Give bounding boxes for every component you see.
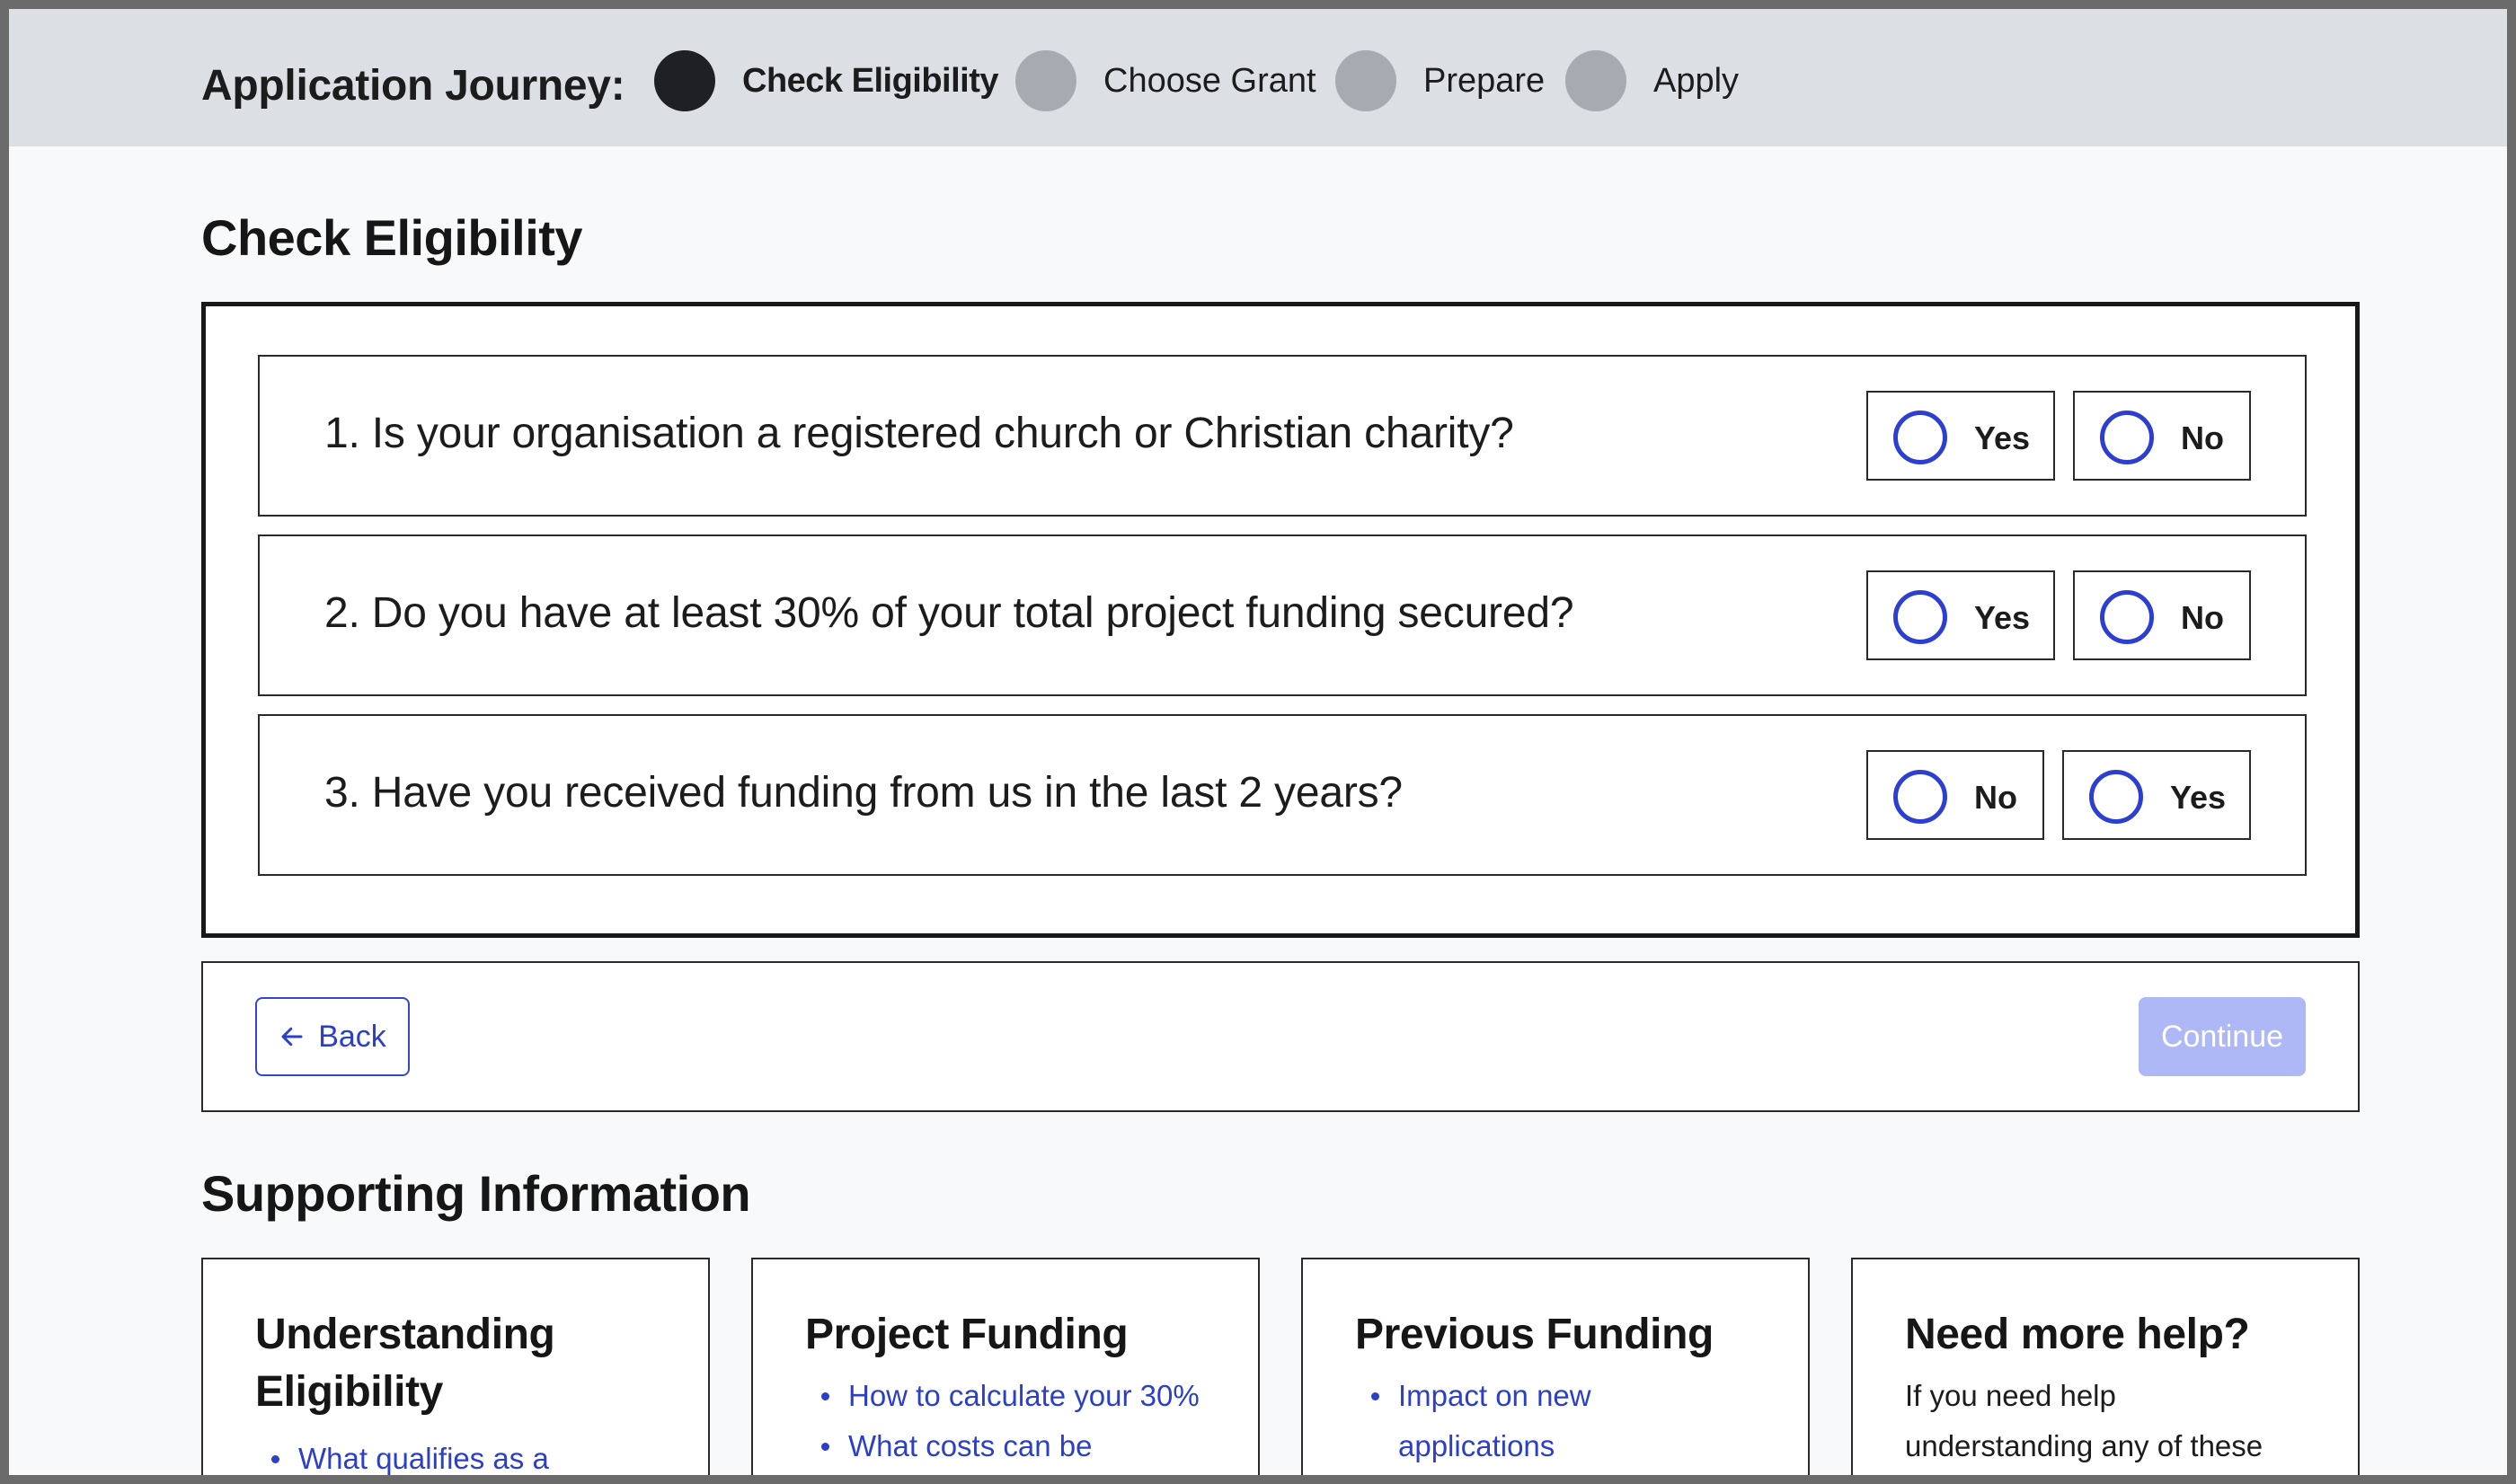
question-text: 3. Have you received funding from us in … bbox=[324, 769, 1403, 817]
eligibility-questions-panel: 1. Is your organisation a registered chu… bbox=[201, 302, 2360, 938]
option-label: No bbox=[2181, 599, 2224, 636]
question-row: 3. Have you received funding from us in … bbox=[258, 714, 2307, 876]
card-link[interactable]: Impact on new applications bbox=[1355, 1371, 1625, 1471]
card-title: Understanding Eligibility bbox=[255, 1311, 555, 1416]
back-button[interactable]: Back bbox=[255, 997, 410, 1076]
step-label: Choose Grant bbox=[1103, 61, 1316, 100]
journey-step-prepare: Prepare bbox=[1335, 49, 1545, 112]
option-label: No bbox=[2181, 420, 2224, 456]
card-need-more-help: Need more help? If you need help underst… bbox=[1851, 1258, 2360, 1475]
radio-unchecked-icon[interactable] bbox=[1893, 770, 1947, 824]
card-link[interactable]: How to calculate your 30% bbox=[805, 1371, 1200, 1421]
radio-unchecked-icon[interactable] bbox=[2100, 590, 2154, 644]
supporting-info-heading: Supporting Information bbox=[201, 1165, 751, 1222]
card-project-funding: Project Funding How to calculate your 30… bbox=[751, 1258, 1260, 1475]
card-text: If you need help understanding any of th… bbox=[1905, 1379, 2264, 1462]
journey-step-check-eligibility: Check Eligibility bbox=[654, 49, 999, 112]
option-label: Yes bbox=[2170, 779, 2227, 816]
radio-unchecked-icon[interactable] bbox=[1893, 590, 1947, 644]
card-title: Need more help? bbox=[1905, 1311, 2250, 1358]
option-label: Yes bbox=[1974, 599, 2031, 636]
radio-unchecked-icon[interactable] bbox=[2100, 411, 2154, 464]
radio-unchecked-icon[interactable] bbox=[1893, 411, 1947, 464]
option-label: Yes bbox=[1974, 420, 2031, 456]
card-link[interactable]: What qualifies as a bbox=[255, 1434, 549, 1475]
step-circle-icon bbox=[654, 50, 715, 111]
card-title: Previous Funding bbox=[1355, 1311, 1714, 1358]
card-links: What qualifies as a bbox=[255, 1434, 549, 1475]
card-links: How to calculate your 30% What costs can… bbox=[805, 1371, 1200, 1471]
question-text: 2. Do you have at least 30% of your tota… bbox=[324, 589, 1574, 637]
option-yes[interactable]: Yes bbox=[2062, 750, 2251, 840]
card-link[interactable]: What costs can be bbox=[805, 1421, 1200, 1471]
question-text: 1. Is your organisation a registered chu… bbox=[324, 410, 1514, 457]
card-previous-funding: Previous Funding Impact on new applicati… bbox=[1301, 1258, 1810, 1475]
continue-button-label: Continue bbox=[2160, 1019, 2284, 1054]
step-circle-icon bbox=[1335, 50, 1396, 111]
option-no[interactable]: No bbox=[2073, 391, 2251, 481]
option-yes[interactable]: Yes bbox=[1866, 570, 2055, 660]
option-yes[interactable]: Yes bbox=[1866, 391, 2055, 481]
page-title: Check Eligibility bbox=[201, 209, 583, 266]
question-row: 1. Is your organisation a registered chu… bbox=[258, 355, 2307, 517]
step-circle-icon bbox=[1015, 50, 1076, 111]
page: Application Journey: Check Eligibility C… bbox=[9, 9, 2507, 1475]
step-label: Check Eligibility bbox=[742, 61, 999, 100]
back-button-label: Back bbox=[318, 1019, 386, 1054]
card-title: Project Funding bbox=[805, 1311, 1129, 1358]
continue-button[interactable]: Continue bbox=[2139, 997, 2306, 1076]
step-circle-icon bbox=[1565, 50, 1626, 111]
journey-step-choose-grant: Choose Grant bbox=[1015, 49, 1316, 112]
step-label: Apply bbox=[1653, 61, 1740, 100]
radio-unchecked-icon[interactable] bbox=[2089, 770, 2143, 824]
step-label: Prepare bbox=[1423, 61, 1546, 100]
option-label: No bbox=[1974, 779, 2017, 816]
form-navigation: Back Continue bbox=[201, 961, 2360, 1112]
option-no[interactable]: No bbox=[2073, 570, 2251, 660]
question-row: 2. Do you have at least 30% of your tota… bbox=[258, 534, 2307, 696]
card-understanding-eligibility: Understanding Eligibility What qualifies… bbox=[201, 1258, 710, 1475]
arrow-left-icon bbox=[281, 1027, 303, 1047]
journey-title: Application Journey: bbox=[201, 62, 625, 110]
option-no[interactable]: No bbox=[1866, 750, 2044, 840]
application-journey-bar: Application Journey: Check Eligibility C… bbox=[9, 9, 2507, 146]
journey-step-apply: Apply bbox=[1565, 49, 1739, 112]
card-links: Impact on new applications bbox=[1355, 1371, 1625, 1471]
